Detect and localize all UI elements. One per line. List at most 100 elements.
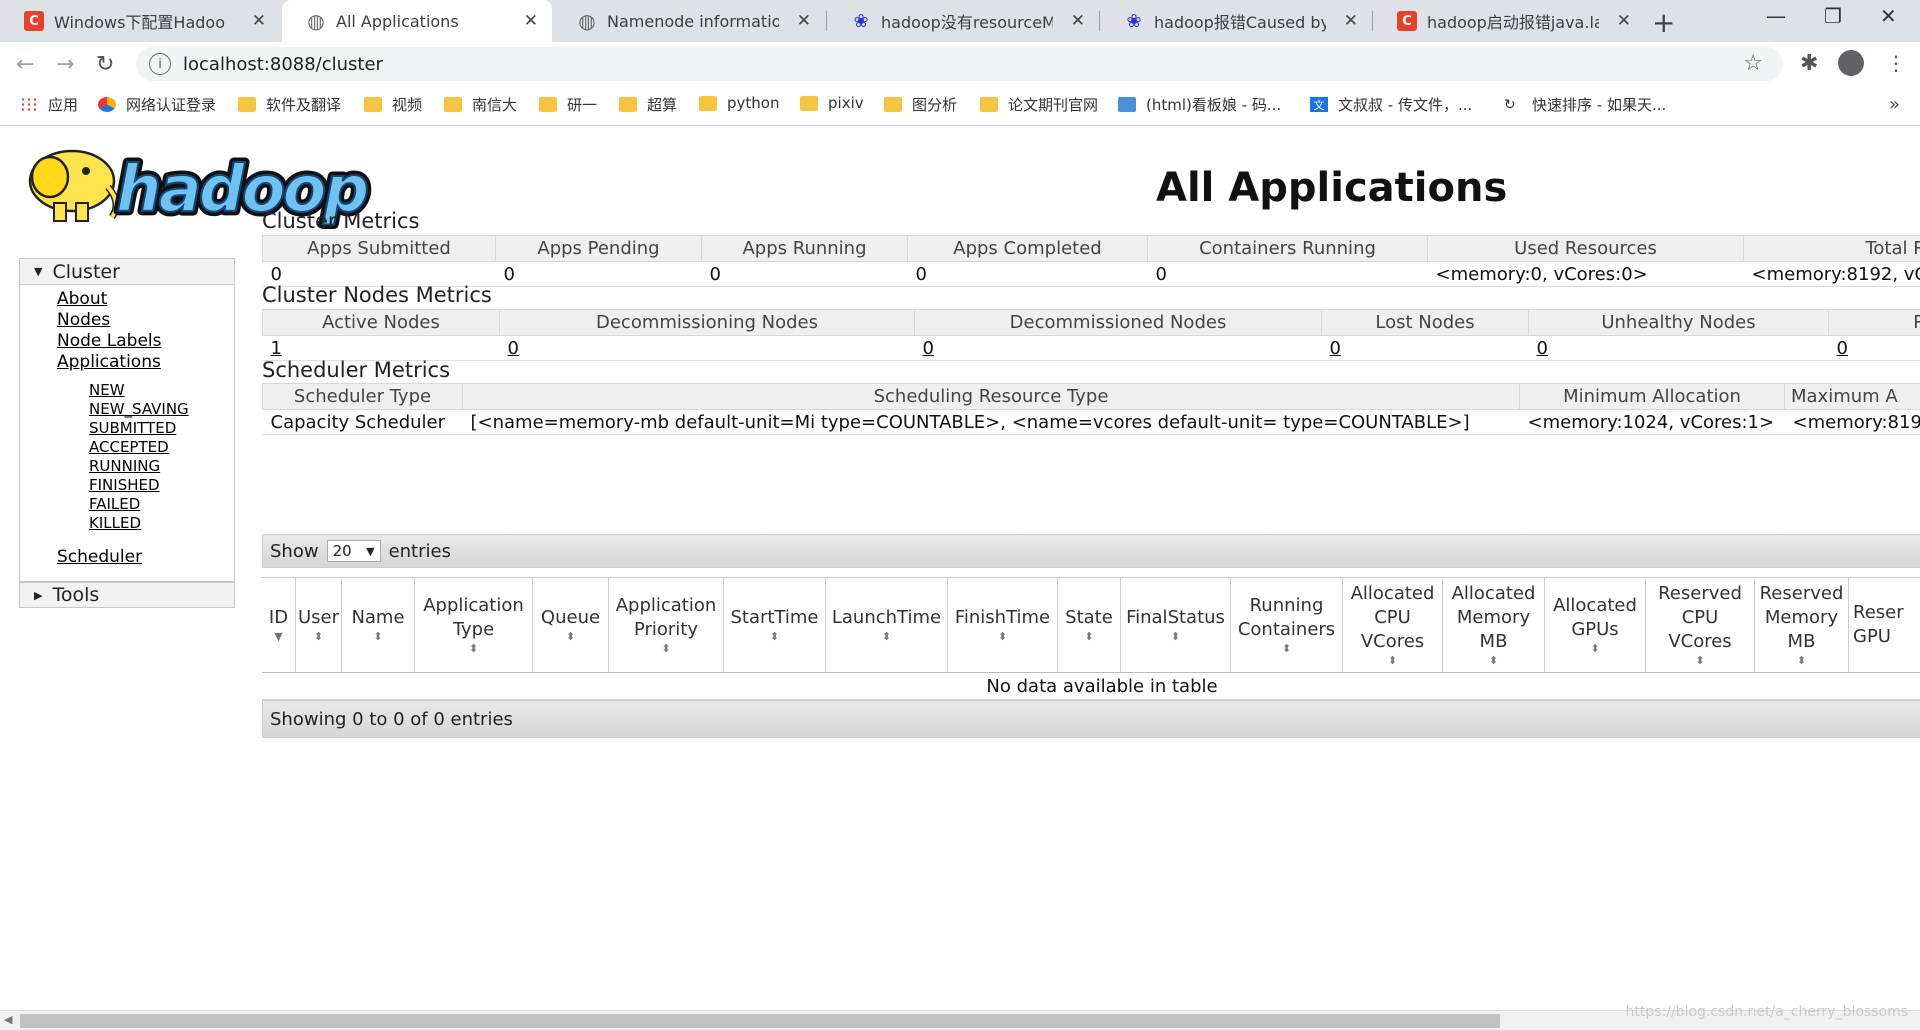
reload-button[interactable]: ↻ (96, 52, 114, 77)
column-state[interactable]: State ⬍ (1058, 578, 1121, 672)
bookmark-kanbanniang[interactable]: (html)看板娘 - 码... (1118, 94, 1281, 115)
header-used-resources: Used Resources (1427, 235, 1744, 262)
tools-section-toggle[interactable]: ▶ Tools (19, 582, 235, 608)
extensions-puzzle-icon[interactable]: ✱ (1800, 51, 1818, 76)
close-icon[interactable]: ✕ (1071, 11, 1085, 31)
address-bar[interactable]: i localhost:8088/cluster ☆ (136, 47, 1783, 81)
cluster-section-toggle[interactable]: ▼ Cluster (20, 259, 234, 285)
scroll-left-icon[interactable]: ◀ (4, 1013, 12, 1026)
state-submitted-link[interactable]: SUBMITTED (89, 419, 234, 438)
bookmark-folder-pixiv[interactable]: pixiv (800, 94, 864, 112)
applications-link[interactable]: Applications (57, 352, 234, 373)
info-icon[interactable]: i (149, 53, 171, 75)
column-running-containers[interactable]: Running Containers ⬍ (1231, 578, 1343, 672)
hadoop-page: hadoop hadoop All Applications ▼ Cluster … (0, 127, 1920, 1010)
tab-csdn-windows-hadoop[interactable]: C Windows下配置Hadoop环境 ✕ (0, 0, 280, 42)
sort-desc-icon: ▼ (274, 630, 283, 643)
state-new-link[interactable]: NEW (89, 381, 234, 400)
column-queue[interactable]: Queue ⬍ (533, 578, 609, 672)
value-apps-running: 0 (701, 261, 908, 287)
column-reserved-gpu[interactable]: Reser GPU (1849, 578, 1920, 672)
bookmark-apps[interactable]: 应用 (20, 94, 78, 115)
scheduler-link[interactable]: Scheduler (57, 547, 234, 568)
state-running-link[interactable]: RUNNING (89, 457, 234, 476)
column-user[interactable]: User ⬍ (296, 578, 342, 672)
close-icon[interactable]: ✕ (797, 11, 811, 31)
close-icon[interactable]: ✕ (252, 11, 266, 31)
bookmark-network-login[interactable]: 网络认证登录 (98, 94, 216, 115)
doc-icon (1118, 97, 1136, 112)
state-new-saving-link[interactable]: NEW_SAVING (89, 400, 234, 419)
decommissioning-nodes-link[interactable]: 0 (508, 338, 519, 359)
maximize-button[interactable]: ❐ (1824, 4, 1842, 28)
close-icon[interactable]: ✕ (524, 11, 538, 31)
minimize-button[interactable]: — (1766, 4, 1786, 28)
forward-button[interactable]: → (56, 52, 74, 77)
bookmark-star-icon[interactable]: ☆ (1743, 51, 1763, 76)
about-link[interactable]: About (57, 289, 234, 310)
lost-nodes-link[interactable]: 0 (1330, 338, 1341, 359)
column-name[interactable]: Name ⬍ (342, 578, 415, 672)
bookmark-quicksort[interactable]: ↻ 快速排序 - 如果天... (1504, 94, 1666, 115)
cluster-navigation: ▼ Cluster About Nodes Node Labels Applica… (19, 258, 235, 582)
tab-all-applications[interactable]: ◍ All Applications ✕ (282, 0, 552, 42)
column-final-status[interactable]: FinalStatus ⬍ (1121, 578, 1231, 672)
header-scheduler-type: Scheduler Type (262, 383, 463, 410)
bookmark-folder-journals[interactable]: 论文期刊官网 (980, 94, 1098, 115)
sort-icon: ⬍ (1084, 630, 1094, 643)
state-accepted-link[interactable]: ACCEPTED (89, 438, 234, 457)
column-allocated-cpu-vcores[interactable]: Allocated CPU VCores ⬍ (1343, 578, 1443, 672)
column-application-priority[interactable]: Application Priority ⬍ (609, 578, 724, 672)
state-finished-link[interactable]: FINISHED (89, 476, 234, 495)
baidu-icon: ❀ (1126, 10, 1142, 32)
bookmark-folder-supercomputing[interactable]: 超算 (619, 94, 677, 115)
unhealthy-nodes-link[interactable]: 0 (1537, 338, 1548, 359)
url-text: localhost:8088/cluster (183, 53, 383, 75)
column-allocated-memory-mb[interactable]: Allocated Memory MB ⬍ (1443, 578, 1545, 672)
column-finish-time[interactable]: FinishTime ⬍ (948, 578, 1058, 672)
entries-per-page-select[interactable]: 20 ▼ (326, 540, 381, 562)
tab-hadoop-startup-error[interactable]: C hadoop启动报错java.lang.C ✕ (1373, 0, 1645, 42)
column-reserved-memory-mb[interactable]: Reserved Memory MB ⬍ (1755, 578, 1849, 672)
rebooted-nodes-link[interactable]: 0 (1837, 338, 1848, 359)
tab-namenode-information[interactable]: ◍ Namenode information ✕ (553, 0, 825, 42)
state-killed-link[interactable]: KILLED (89, 514, 234, 533)
header-minimum-allocation: Minimum Allocation (1519, 383, 1785, 410)
bookmark-folder-video[interactable]: 视频 (364, 94, 422, 115)
header-apps-completed: Apps Completed (907, 235, 1148, 262)
tab-hadoop-caused-by[interactable]: ❀ hadoop报错Caused by: java ✕ (1100, 0, 1372, 42)
bookmark-folder-yanyi[interactable]: 研一 (539, 94, 597, 115)
new-tab-button[interactable]: + (1652, 6, 1675, 39)
scrollbar-thumb[interactable] (20, 1014, 1500, 1028)
close-icon[interactable]: ✕ (1617, 11, 1631, 31)
column-allocated-gpus[interactable]: Allocated GPUs ⬍ (1545, 578, 1646, 672)
tab-hadoop-resourcemanager[interactable]: ❀ hadoop没有resourceManager ✕ (827, 0, 1099, 42)
menu-dots-icon[interactable]: ⋮ (1886, 51, 1906, 75)
back-button[interactable]: ← (16, 52, 34, 77)
tab-title: hadoop启动报错java.lang.C (1427, 13, 1599, 32)
chevron-down-icon: ▼ (366, 544, 375, 558)
column-reserved-cpu-vcores[interactable]: Reserved CPU VCores ⬍ (1646, 578, 1755, 672)
column-application-type[interactable]: Application Type ⬍ (415, 578, 533, 672)
sort-icon: ⬍ (997, 630, 1008, 643)
bookmark-folder-nuist[interactable]: 南信大 (444, 94, 517, 115)
window-close-button[interactable]: ✕ (1880, 4, 1897, 28)
bookmarks-more-icon[interactable]: » (1889, 94, 1900, 115)
decommissioned-nodes-link[interactable]: 0 (923, 338, 934, 359)
column-start-time[interactable]: StartTime ⬍ (724, 578, 826, 672)
column-launch-time[interactable]: LaunchTime ⬍ (826, 578, 948, 672)
nodes-link[interactable]: Nodes (57, 310, 234, 331)
profile-avatar[interactable] (1838, 50, 1864, 76)
active-nodes-link[interactable]: 1 (271, 338, 282, 359)
node-labels-link[interactable]: Node Labels (57, 331, 234, 352)
bookmark-wenshushu[interactable]: 文文叔叔 - 传文件，... (1310, 94, 1472, 115)
column-id[interactable]: ID ▼ (262, 578, 296, 672)
bookmark-folder-python[interactable]: python (699, 94, 779, 112)
browser-window: C Windows下配置Hadoop环境 ✕ ◍ All Application… (0, 0, 1920, 1030)
header-apps-submitted: Apps Submitted (262, 235, 496, 262)
bookmark-folder-graph[interactable]: 图分析 (884, 94, 957, 115)
state-failed-link[interactable]: FAILED (89, 495, 234, 514)
sort-icon: ⬍ (565, 630, 576, 643)
bookmark-folder-software[interactable]: 软件及翻译 (238, 94, 341, 115)
close-icon[interactable]: ✕ (1344, 11, 1358, 31)
